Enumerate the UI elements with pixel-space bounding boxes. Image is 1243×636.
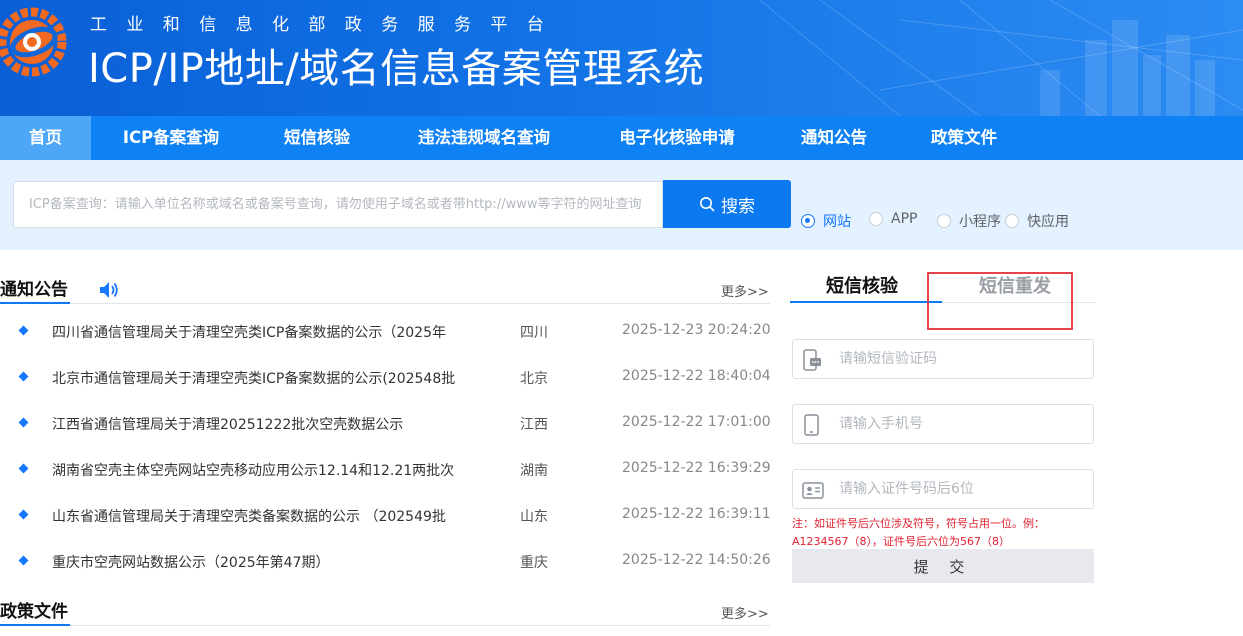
notice-province: 湖南 <box>520 463 548 479</box>
search-icon <box>700 197 715 212</box>
type-radio-website[interactable]: 网站 <box>801 211 851 231</box>
notice-province: 山东 <box>520 509 548 525</box>
nav-item-icp-query[interactable]: ICP备案查询 <box>104 116 238 160</box>
notice-row[interactable]: 湖南省空壳主体空壳网站空壳移动应用公示12.14和12.21两批次 湖南 202… <box>0 460 771 482</box>
ministry-logo-icon <box>0 7 67 77</box>
notice-time: 2025-12-22 14:50:26 <box>622 552 771 568</box>
notice-row[interactable]: 重庆市空壳网站数据公示（2025年第47期） 重庆 2025-12-22 14:… <box>0 552 771 574</box>
id-number-field[interactable] <box>792 469 1094 509</box>
submit-button[interactable]: 提 交 <box>792 549 1094 583</box>
search-input[interactable] <box>13 181 663 228</box>
policy-title: 政策文件 <box>0 602 68 622</box>
header-banner: 工业和信息化部政务服务平台 ICP/IP地址/域名信息备案管理系统 <box>0 0 1243 116</box>
nav-item-notices[interactable]: 通知公告 <box>784 116 884 160</box>
notice-title[interactable]: 四川省通信管理局关于清理空壳类ICP备案数据的公示（2025年 <box>52 322 446 342</box>
notice-time: 2025-12-22 17:01:00 <box>622 414 771 430</box>
notice-title[interactable]: 山东省通信管理局关于清理空壳类备案数据的公示 （202549批 <box>52 506 446 526</box>
nav-item-sms-verify[interactable]: 短信核验 <box>266 116 368 160</box>
radio-dot <box>937 214 951 228</box>
nav-item-illegal-domain[interactable]: 违法违规域名查询 <box>398 116 570 160</box>
bullet-icon <box>18 509 29 520</box>
divider <box>0 303 770 304</box>
notice-row[interactable]: 北京市通信管理局关于清理空壳类ICP备案数据的公示(202548批 北京 202… <box>0 368 771 390</box>
nav-item-home[interactable]: 首页 <box>0 116 91 160</box>
speaker-icon <box>100 282 118 298</box>
radio-label: APP <box>891 211 918 227</box>
notice-province: 重庆 <box>520 555 548 571</box>
id-number-input[interactable] <box>839 478 1079 500</box>
search-button-label: 搜索 <box>721 196 755 217</box>
main-nav: 首页 ICP备案查询 短信核验 违法违规域名查询 电子化核验申请 通知公告 政策… <box>0 116 1243 160</box>
bullet-icon <box>18 555 29 566</box>
highlight-annotation <box>927 272 1073 330</box>
divider <box>0 625 770 626</box>
notice-title[interactable]: 重庆市空壳网站数据公示（2025年第47期） <box>52 552 329 572</box>
type-radio-quickapp[interactable]: 快应用 <box>1005 211 1069 231</box>
notice-row[interactable]: 江西省通信管理局关于清理20251222批次空壳数据公示 江西 2025-12-… <box>0 414 771 436</box>
notice-time: 2025-12-22 16:39:29 <box>622 460 771 476</box>
type-radio-app[interactable]: APP <box>869 211 917 227</box>
nav-item-policy[interactable]: 政策文件 <box>914 116 1014 160</box>
search-button[interactable]: 搜索 <box>663 180 791 228</box>
notice-row[interactable]: 四川省通信管理局关于清理空壳类ICP备案数据的公示（2025年 四川 2025-… <box>0 322 771 344</box>
notices-title: 通知公告 <box>0 280 68 300</box>
notices-more-link[interactable]: 更多>> <box>721 281 769 300</box>
notice-title[interactable]: 湖南省空壳主体空壳网站空壳移动应用公示12.14和12.21两批次 <box>52 460 454 480</box>
id-card-icon <box>802 482 824 499</box>
section-underline <box>0 624 70 626</box>
radio-dot <box>869 212 883 226</box>
notice-title[interactable]: 北京市通信管理局关于清理空壳类ICP备案数据的公示(202548批 <box>52 368 455 388</box>
sms-code-field[interactable] <box>792 339 1094 379</box>
notice-time: 2025-12-22 16:39:11 <box>622 506 771 522</box>
page-title: ICP/IP地址/域名信息备案管理系统 <box>88 46 705 92</box>
notice-title[interactable]: 江西省通信管理局关于清理20251222批次空壳数据公示 <box>52 414 403 434</box>
platform-subtitle: 工业和信息化部政务服务平台 <box>90 15 564 35</box>
tab-underline <box>790 301 942 303</box>
radio-label: 网站 <box>823 214 851 230</box>
bullet-icon <box>18 371 29 382</box>
policy-more-link[interactable]: 更多>> <box>721 603 769 622</box>
bullet-icon <box>18 325 29 336</box>
radio-label: 小程序 <box>959 214 1001 230</box>
sms-code-input[interactable] <box>839 348 1079 370</box>
radio-dot <box>801 214 815 228</box>
id-number-note: 注：如证件号后六位涉及符号，符号占用一位。例：A1234567（8），证件号后六… <box>792 517 1045 548</box>
notice-row[interactable]: 山东省通信管理局关于清理空壳类备案数据的公示 （202549批 山东 2025-… <box>0 506 771 528</box>
notice-province: 北京 <box>520 371 548 387</box>
phone-message-icon <box>803 349 821 371</box>
phone-input[interactable] <box>839 413 1079 435</box>
nav-item-e-verify[interactable]: 电子化核验申请 <box>598 116 756 160</box>
mobile-phone-icon <box>804 414 819 436</box>
section-underline <box>0 302 70 304</box>
radio-dot <box>1005 214 1019 228</box>
type-radio-miniprogram[interactable]: 小程序 <box>937 211 1001 231</box>
notice-time: 2025-12-22 18:40:04 <box>622 368 771 384</box>
bullet-icon <box>18 463 29 474</box>
tab-sms-verify[interactable]: 短信核验 <box>826 272 898 298</box>
radio-label: 快应用 <box>1027 214 1069 230</box>
notice-province: 四川 <box>520 325 548 341</box>
notice-province: 江西 <box>520 417 548 433</box>
bullet-icon <box>18 417 29 428</box>
notice-time: 2025-12-23 20:24:20 <box>622 322 771 338</box>
phone-field[interactable] <box>792 404 1094 444</box>
